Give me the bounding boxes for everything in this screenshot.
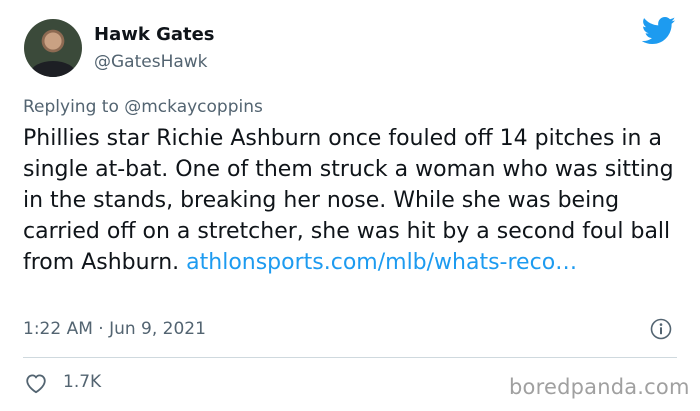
like-count[interactable]: 1.7K — [63, 372, 101, 392]
tweet-text: Phillies star Richie Ashburn once fouled… — [23, 123, 683, 278]
boredpanda-watermark: boredpanda.com — [509, 375, 690, 399]
avatar-shoulders — [30, 61, 76, 77]
replying-to-label: Replying to — [23, 97, 119, 117]
reply-mention-link[interactable]: @mckaycoppins — [124, 97, 263, 117]
author-handle[interactable]: @GatesHawk — [94, 52, 208, 72]
info-icon[interactable] — [650, 318, 672, 340]
tweet-timestamp[interactable]: 1:22 AM · Jun 9, 2021 — [23, 319, 206, 339]
author-display-name[interactable]: Hawk Gates — [94, 24, 215, 45]
divider — [23, 357, 677, 358]
tweet-link[interactable]: athlonsports.com/mlb/whats-reco… — [186, 250, 577, 275]
twitter-bird-icon[interactable] — [642, 16, 676, 46]
heart-icon[interactable] — [24, 372, 48, 394]
avatar[interactable] — [24, 19, 82, 77]
replying-to-line: Replying to @mckaycoppins — [23, 97, 263, 117]
